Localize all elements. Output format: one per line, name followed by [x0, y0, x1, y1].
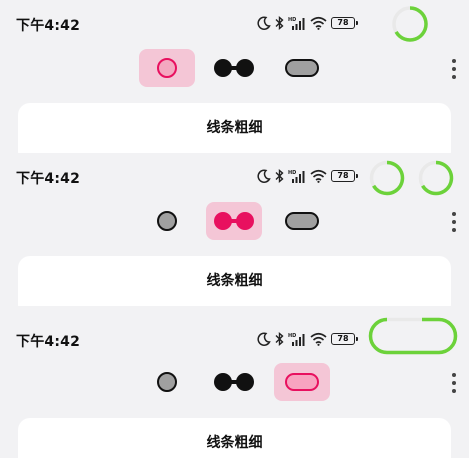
status-icons: HD 78 — [257, 11, 358, 35]
bluetooth-icon — [275, 16, 284, 30]
capsule-icon — [285, 212, 319, 230]
style-option-dumbbell[interactable] — [206, 363, 262, 401]
card-title: 线条粗细 — [206, 120, 263, 136]
svg-text:HD: HD — [288, 17, 296, 23]
battery-icon: 78 — [331, 17, 358, 29]
card-title: 线条粗细 — [206, 273, 263, 289]
status-time: 下午4:42 — [16, 18, 81, 34]
status-icons: HD 78 — [257, 164, 358, 188]
dumbbell-icon — [214, 373, 254, 391]
overflow-menu-icon[interactable] — [451, 373, 457, 393]
moon-icon — [257, 16, 271, 30]
status-time: 下午4:42 — [16, 171, 81, 187]
hollow-circle-icon — [157, 211, 177, 231]
svg-text:HD: HD — [288, 170, 296, 176]
hd-signal-icon: HD — [288, 333, 305, 346]
style-option-capsule[interactable] — [274, 202, 330, 240]
screen-panel-3: 下午4:42 HD 78 线条粗细 — [0, 306, 469, 458]
line-style-selector — [0, 192, 469, 250]
moon-icon — [257, 169, 271, 183]
style-option-capsule[interactable] — [274, 49, 330, 87]
screen-panel-2: 下午4:42 HD 78 线条粗细 — [0, 153, 469, 306]
wifi-icon — [310, 169, 327, 183]
line-style-selector — [0, 39, 469, 97]
status-icons: HD 78 — [257, 327, 358, 351]
hd-signal-icon: HD — [288, 170, 305, 183]
dumbbell-icon — [214, 59, 254, 77]
line-style-selector — [0, 353, 469, 411]
dumbbell-icon — [214, 212, 254, 230]
style-option-capsule[interactable] — [274, 363, 330, 401]
wifi-icon — [310, 16, 327, 30]
progress-ring — [392, 6, 428, 42]
battery-icon: 78 — [331, 333, 358, 345]
capsule-icon — [285, 373, 319, 391]
bluetooth-icon — [275, 169, 284, 183]
bluetooth-icon — [275, 332, 284, 346]
wifi-icon — [310, 332, 327, 346]
status-time: 下午4:42 — [16, 334, 81, 350]
overflow-menu-icon[interactable] — [451, 59, 457, 79]
style-option-hollow-circle[interactable] — [139, 202, 195, 240]
hollow-circle-icon — [157, 372, 177, 392]
progress-pill — [368, 317, 458, 355]
moon-icon — [257, 332, 271, 346]
style-option-hollow-circle[interactable] — [139, 363, 195, 401]
hd-signal-icon: HD — [288, 17, 305, 30]
style-option-dumbbell[interactable] — [206, 202, 262, 240]
line-width-card[interactable]: 线条粗细 — [18, 418, 451, 458]
svg-text:HD: HD — [288, 333, 296, 339]
hollow-circle-icon — [157, 58, 177, 78]
card-title: 线条粗细 — [206, 435, 263, 451]
capsule-icon — [285, 59, 319, 77]
style-option-dumbbell[interactable] — [206, 49, 262, 87]
style-option-hollow-circle[interactable] — [139, 49, 195, 87]
screen-panel-1: 下午4:42 HD 78 线条粗细 — [0, 0, 469, 153]
battery-icon: 78 — [331, 170, 358, 182]
overflow-menu-icon[interactable] — [451, 212, 457, 232]
line-width-card[interactable]: 线条粗细 — [18, 256, 451, 306]
line-width-card[interactable]: 线条粗细 — [18, 103, 451, 153]
